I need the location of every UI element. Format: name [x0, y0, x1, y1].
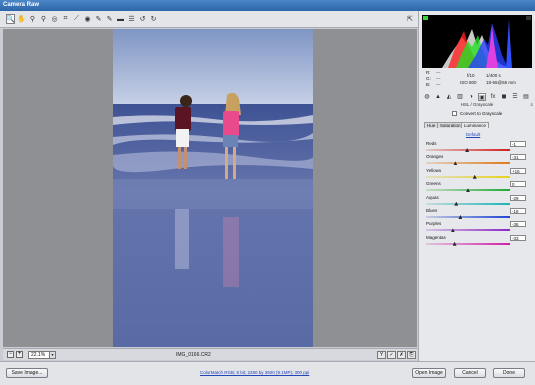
- fullscreen-icon[interactable]: ⇱: [405, 14, 415, 24]
- shadow-clip-icon[interactable]: ✓: [387, 351, 396, 359]
- slider-label: Reds: [426, 141, 437, 146]
- done-button[interactable]: Done: [493, 368, 525, 378]
- straighten-tool-icon[interactable]: ⟋: [72, 14, 81, 24]
- zoom-tool-icon[interactable]: 🔍: [6, 14, 15, 24]
- convert-grayscale[interactable]: Convert to Grayscale: [452, 111, 502, 116]
- file-name: IMG_0166.CR2: [176, 352, 211, 358]
- slider-track[interactable]: [426, 162, 510, 165]
- panel-menu-icon[interactable]: ≡: [530, 102, 533, 107]
- preferences-tool-icon[interactable]: ☰: [127, 14, 136, 24]
- crop-tool-icon[interactable]: ⌗: [61, 14, 70, 24]
- slider-value-input[interactable]: -29: [510, 194, 526, 201]
- lens-value: 18-55@55 mm: [486, 80, 516, 85]
- targeted-adjustment-tool-icon[interactable]: ◎: [50, 14, 59, 24]
- slider-value-input[interactable]: -18: [510, 208, 526, 214]
- slider-track[interactable]: [426, 202, 510, 205]
- panel-tab-icon[interactable]: ▲: [434, 93, 442, 101]
- slider-track[interactable]: [426, 242, 510, 245]
- panel-tab-icon[interactable]: ◭: [445, 93, 453, 101]
- panel-title: HSL / Grayscale: [460, 102, 494, 107]
- zoom-out-button[interactable]: −: [7, 351, 14, 358]
- cancel-button[interactable]: Cancel: [454, 368, 486, 378]
- color-sampler-tool-icon[interactable]: ⚲: [39, 14, 48, 24]
- slider-label: Aquas: [426, 194, 439, 200]
- panel-tab-icon[interactable]: ◑: [467, 93, 475, 101]
- zoom-in-button[interactable]: +: [16, 351, 23, 358]
- adjustment-brush-tool-icon[interactable]: ✎: [105, 14, 114, 24]
- panel-tab-icon[interactable]: ▤: [522, 93, 530, 101]
- rgb-r-label: R:: [426, 70, 431, 75]
- slider-label: Yellows: [426, 167, 442, 173]
- slider-label: Oranges: [426, 154, 444, 160]
- slider-purples: Purples -36: [426, 221, 532, 234]
- slider-track[interactable]: [426, 175, 510, 178]
- rgb-g-value: ---: [436, 76, 441, 81]
- open-image-button[interactable]: Open Image: [412, 368, 446, 378]
- bottom-bar: Save Image... ColorMatch RGB; 8 bit; 228…: [0, 361, 535, 385]
- highlight-clip-icon[interactable]: ✗: [397, 351, 406, 359]
- panel-tab-icon[interactable]: ◍: [423, 93, 431, 101]
- slider-label: Purples: [426, 221, 442, 227]
- slider-reds: Reds -1: [426, 141, 532, 154]
- slider-label: Magentas: [426, 234, 446, 240]
- slider-magentas: Magentas -33: [426, 234, 532, 248]
- save-image-button[interactable]: Save Image...: [6, 368, 48, 378]
- slider-value-input[interactable]: -36: [510, 221, 526, 228]
- default-link[interactable]: Default: [466, 132, 480, 137]
- fullscreen-toggle-icon[interactable]: ⎘: [407, 351, 416, 359]
- slider-oranges: Oranges -31: [426, 154, 532, 167]
- workflow-options-link[interactable]: ColorMatch RGB; 8 bit; 2280 by 3920 (9.1…: [200, 370, 309, 375]
- tab-saturation[interactable]: Saturation: [437, 122, 464, 128]
- rgb-g-label: G:: [426, 76, 431, 81]
- slider-label: Blues: [426, 208, 438, 213]
- iso-value: ISO 800: [460, 80, 477, 85]
- slider-value-input[interactable]: -33: [510, 234, 526, 241]
- slider-greens: Greens 0: [426, 181, 532, 194]
- tab-luminance[interactable]: Luminance: [461, 122, 490, 128]
- convert-grayscale-label: Convert to Grayscale: [460, 111, 503, 116]
- zoom-level-select[interactable]: 22.1% ▾: [28, 351, 56, 359]
- slider-value-input[interactable]: +16: [510, 167, 526, 174]
- shutter-value: 1/400 s: [486, 73, 501, 78]
- hsl-subtabs: Hue Saturation Luminance: [422, 122, 532, 128]
- graduated-filter-tool-icon[interactable]: ▬: [116, 14, 125, 24]
- window-title: Camera Raw: [0, 0, 535, 11]
- aperture-value: f/10: [467, 73, 475, 78]
- status-bar: − + 22.1% ▾ IMG_0166.CR2 Y ✓ ✗ ⎘: [3, 348, 417, 360]
- slider-label: Greens: [426, 181, 441, 187]
- rotate-cw-tool-icon[interactable]: ↻: [149, 14, 158, 24]
- slider-track[interactable]: [426, 216, 510, 218]
- rgb-b-label: B:: [426, 82, 431, 87]
- slider-aquas: Aquas -29: [426, 194, 532, 208]
- tool-bar: ⇱ 🔍 ✋ ⚲ ⚲ ◎ ⌗ ⟋ ◉ ✎ ✎ ▬ ☰ ↺ ↻: [0, 11, 418, 28]
- chevron-down-icon: ▾: [49, 352, 55, 358]
- slider-track[interactable]: [426, 229, 510, 232]
- slider-yellows: Yellows +16: [426, 167, 532, 181]
- adjustments-panel: R: --- G: --- B: --- f/10 1/400 s ISO 80…: [418, 11, 535, 361]
- camera-info: R: --- G: --- B: --- f/10 1/400 s ISO 80…: [422, 69, 532, 91]
- panel-tab-icon[interactable]: ▣: [478, 93, 486, 101]
- rgb-r-value: ---: [436, 70, 441, 75]
- preview-toggle-icon[interactable]: Y: [377, 351, 386, 359]
- slider-value-input[interactable]: -1: [510, 141, 526, 147]
- white-balance-tool-icon[interactable]: ⚲: [28, 14, 37, 24]
- panel-tab-icon[interactable]: ▥: [456, 93, 464, 101]
- beach-photo: [113, 29, 313, 347]
- slider-value-input[interactable]: -31: [510, 154, 526, 161]
- histogram: [422, 15, 532, 68]
- panel-tab-icon[interactable]: ◼: [500, 93, 508, 101]
- rotate-ccw-tool-icon[interactable]: ↺: [138, 14, 147, 24]
- convert-grayscale-checkbox[interactable]: [452, 111, 457, 116]
- hand-tool-icon[interactable]: ✋: [17, 14, 26, 24]
- panel-tabs: ◍ ▲ ◭ ▥ ◑ ▣ fx ◼ ☰ ▤: [422, 93, 532, 101]
- slider-blues: Blues -18: [426, 208, 532, 221]
- panel-tab-icon[interactable]: fx: [489, 93, 497, 101]
- slider-value-input[interactable]: 0: [510, 181, 526, 188]
- spot-removal-tool-icon[interactable]: ✎: [94, 14, 103, 24]
- zoom-level-value: 22.1%: [31, 352, 46, 358]
- rgb-b-value: ---: [436, 82, 441, 87]
- panel-tab-icon[interactable]: ☰: [511, 93, 519, 101]
- image-preview[interactable]: [3, 29, 417, 347]
- red-eye-tool-icon[interactable]: ◉: [83, 14, 92, 24]
